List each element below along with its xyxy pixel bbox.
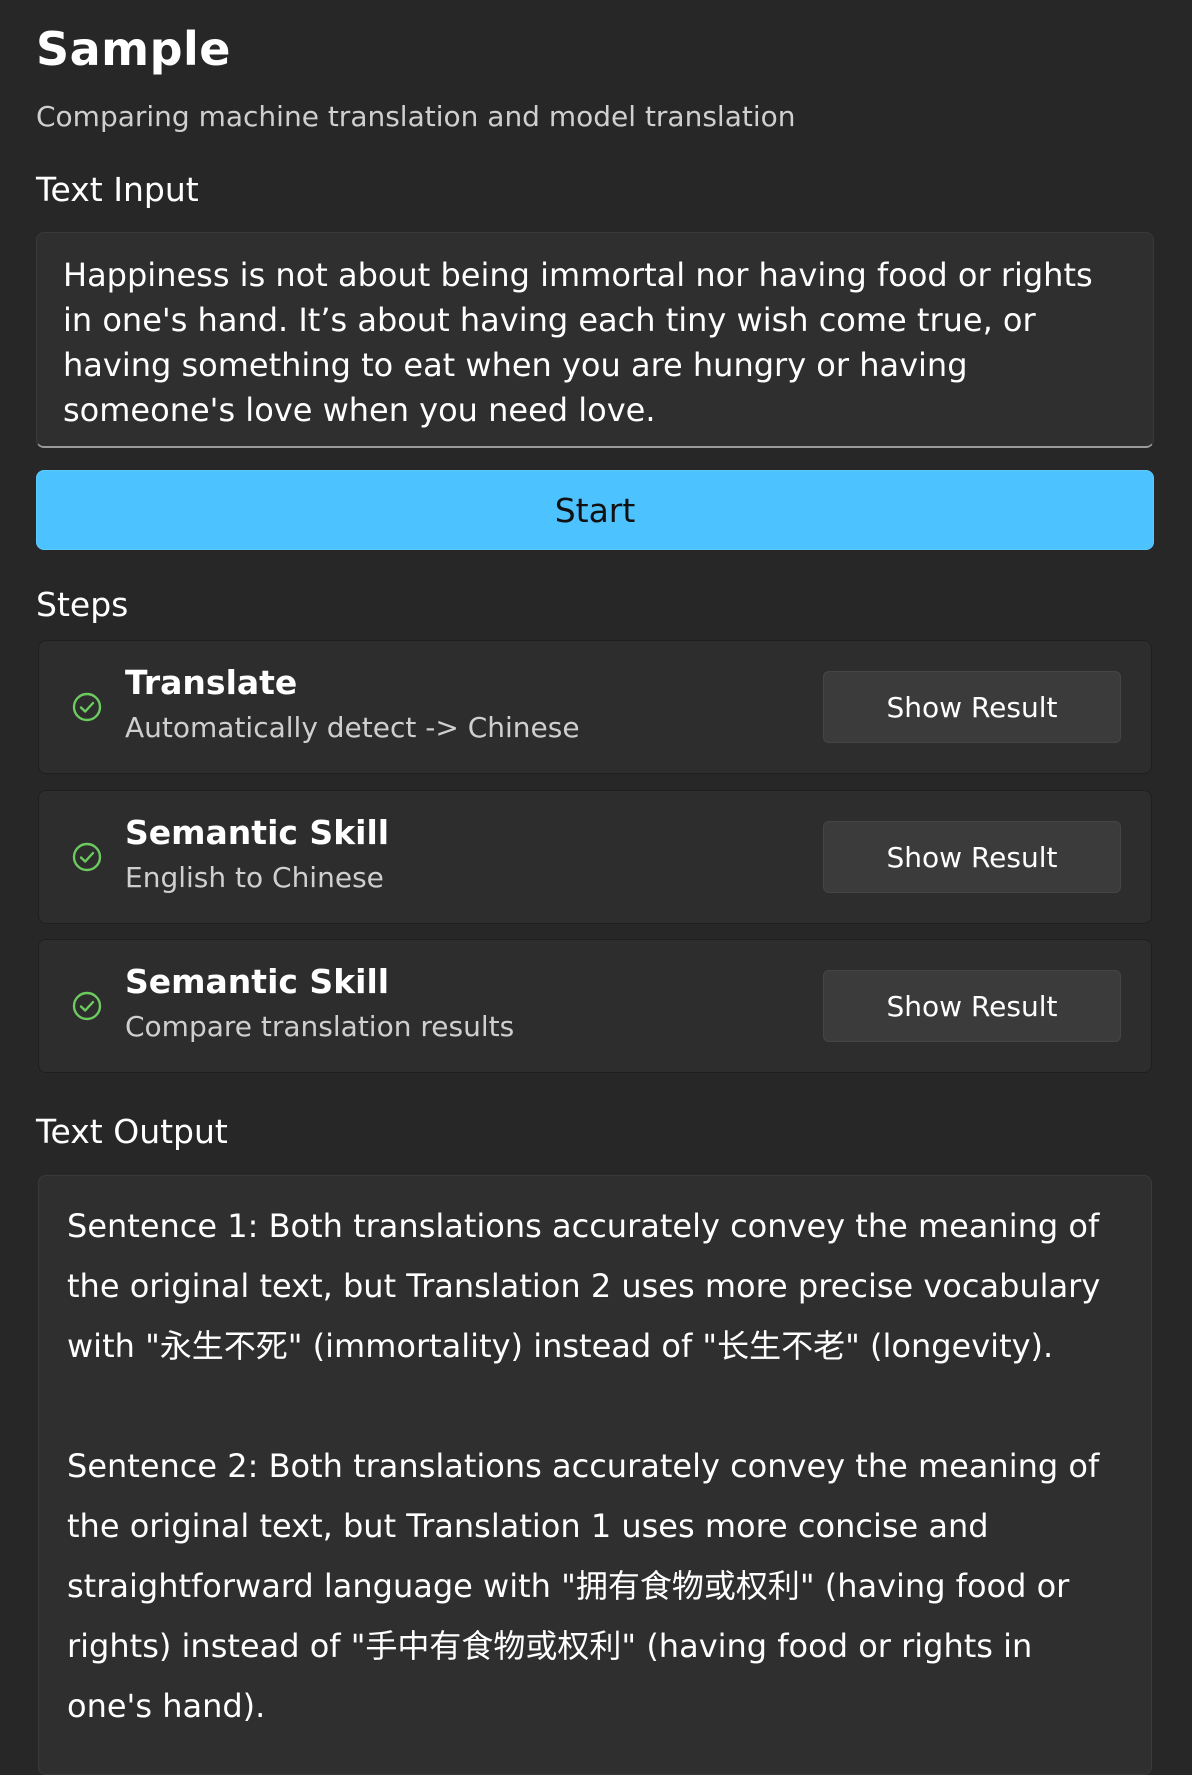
text-output-field[interactable]: Sentence 1: Both translations accurately… [38,1175,1152,1775]
step-description: Compare translation results [125,1010,515,1043]
start-button[interactable]: Start [36,470,1154,550]
text-input-label: Text Input [36,170,199,209]
show-result-button[interactable]: Show Result [823,671,1121,743]
check-circle-icon [72,842,102,872]
page-subtitle: Comparing machine translation and model … [36,100,796,133]
page-title: Sample [36,22,231,76]
show-result-button[interactable]: Show Result [823,821,1121,893]
step-description: Automatically detect -> Chinese [125,711,580,744]
check-circle-icon [72,991,102,1021]
steps-label: Steps [36,585,129,624]
step-title: Semantic Skill [125,962,390,1001]
step-card-semantic-skill-english-to-chinese: Semantic Skill English to Chinese Show R… [38,790,1152,924]
step-card-semantic-skill-compare: Semantic Skill Compare translation resul… [38,939,1152,1073]
step-card-translate: Translate Automatically detect -> Chines… [38,640,1152,774]
text-input-field[interactable]: Happiness is not about being immortal no… [36,232,1154,448]
show-result-button[interactable]: Show Result [823,970,1121,1042]
check-circle-icon [72,692,102,722]
step-title: Translate [125,663,298,702]
step-title: Semantic Skill [125,813,390,852]
output-paragraph: Sentence 1: Both translations accurately… [67,1207,1101,1365]
step-description: English to Chinese [125,861,384,894]
text-output-label: Text Output [36,1112,228,1151]
output-paragraph: Sentence 2: Both translations accurately… [67,1447,1100,1725]
